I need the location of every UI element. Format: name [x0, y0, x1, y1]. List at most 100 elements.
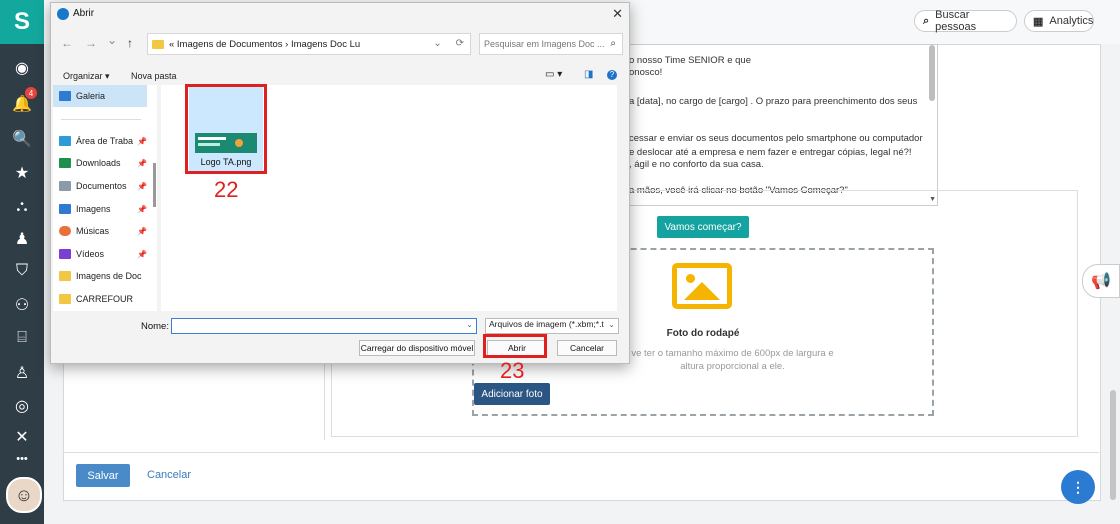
- file-name-input[interactable]: ⌄: [171, 318, 477, 334]
- shield-icon[interactable]: ⛉: [0, 258, 44, 284]
- footer-photo-desc-line: ve ter o tamanho máximo de 600px de larg…: [631, 348, 834, 359]
- search-icon: ⌕: [923, 14, 930, 27]
- user-icon[interactable]: ♙: [0, 360, 44, 386]
- nav-item-label: Documentos: [76, 181, 127, 191]
- user-avatar[interactable]: ☺: [6, 477, 42, 513]
- back-icon[interactable]: ←: [61, 36, 73, 50]
- target-icon[interactable]: ◎: [0, 393, 44, 419]
- people-icon[interactable]: ♟: [0, 226, 44, 252]
- left-sidebar: S ◉ 🔔 4 🔍 ★ ⛬ ♟ ⛉ ⚇ ⌸ ♙ ◎ ✕ ••• ☺: [0, 0, 44, 524]
- file-highlight-box: [185, 84, 267, 174]
- preview-pane-icon[interactable]: ◨: [584, 69, 593, 80]
- step-23-label: 23: [500, 358, 525, 383]
- nav-item-label: Imagens: [76, 204, 111, 214]
- message-line: a [data], no cargo de [cargo] . O prazo …: [629, 96, 918, 107]
- message-line: cessar e enviar os seus documentos pelo …: [629, 133, 923, 144]
- up-icon[interactable]: ↑: [127, 36, 133, 50]
- music-icon: [59, 226, 71, 236]
- pin-icon: 📌: [137, 136, 147, 146]
- analytics-button[interactable]: ▦ Analytics: [1024, 10, 1094, 32]
- search-icon: ⌕: [610, 38, 616, 49]
- pin-icon: 📌: [137, 204, 147, 214]
- file-type-select[interactable]: Arquivos de imagem (*.xbm;*.t ⌄: [485, 318, 619, 334]
- folder-icon: [59, 294, 71, 304]
- text-panel-scrollbar[interactable]: [929, 45, 935, 101]
- address-dropdown-icon[interactable]: ⌄: [433, 38, 441, 49]
- search-icon[interactable]: 🔍: [0, 126, 44, 152]
- nav-item-images-docs[interactable]: Imagens de Doc: [59, 267, 153, 285]
- nav-item-carrefour[interactable]: CARREFOUR: [59, 290, 153, 308]
- nav-item-videos[interactable]: Vídeos 📌: [59, 245, 153, 263]
- video-icon: [59, 249, 71, 259]
- chevron-down-icon[interactable]: ⌄: [466, 320, 473, 329]
- app-logo[interactable]: S: [0, 0, 44, 44]
- download-icon: [59, 158, 71, 168]
- profile-icon[interactable]: ◉: [0, 55, 44, 81]
- star-icon[interactable]: ★: [0, 160, 44, 186]
- upload-from-device-button[interactable]: Carregar do dispositivo móvel: [359, 340, 475, 356]
- dialog-navigation: ← → ⌄ ↑ « Imagens de Documentos › Imagen…: [51, 33, 629, 55]
- address-path: « Imagens de Documentos › Imagens Doc Lu: [169, 38, 361, 50]
- cancel-link[interactable]: Cancelar: [147, 469, 191, 481]
- close-icon[interactable]: ✕: [612, 6, 623, 22]
- forward-icon[interactable]: →: [85, 36, 97, 50]
- dialog-cancel-button[interactable]: Cancelar: [557, 340, 617, 356]
- dialog-titlebar[interactable]: Abrir ✕: [51, 3, 629, 25]
- pin-icon: 📌: [137, 181, 147, 191]
- gallery-icon: [59, 91, 71, 101]
- recent-chevron-icon[interactable]: ⌄: [107, 33, 117, 47]
- megaphone-icon[interactable]: 📢: [1082, 264, 1120, 298]
- start-button[interactable]: Vamos começar?: [657, 216, 749, 238]
- nav-item-galeria[interactable]: Galeria: [59, 87, 153, 105]
- file-open-dialog: Abrir ✕ ← → ⌄ ↑ « Imagens de Documentos …: [50, 2, 630, 364]
- search-people-label: Buscar pessoas: [935, 9, 977, 33]
- refresh-icon[interactable]: ⟳: [456, 38, 464, 49]
- nav-separator: [61, 119, 141, 120]
- dialog-search-input[interactable]: Pesquisar em Imagens Doc ... ⌕: [479, 33, 623, 55]
- organize-menu[interactable]: Organizar ▾: [63, 71, 110, 82]
- nav-item-label: Downloads: [76, 158, 121, 168]
- footer-photo-title: Foto do rodapé: [666, 328, 740, 339]
- view-mode-icon[interactable]: ▭ ▾: [545, 69, 562, 80]
- briefcase-icon[interactable]: ⌸: [0, 325, 44, 351]
- desktop-icon: [59, 136, 71, 146]
- add-photo-button[interactable]: Adicionar foto: [474, 383, 550, 405]
- nav-item-label: Imagens de Doc: [76, 271, 142, 281]
- new-folder-button[interactable]: Nova pasta: [131, 71, 177, 81]
- nav-item-desktop[interactable]: Área de Traba 📌: [59, 132, 153, 150]
- browser-icon: [57, 8, 69, 20]
- dialog-search-placeholder: Pesquisar em Imagens Doc ...: [484, 39, 605, 49]
- nav-item-music[interactable]: Músicas 📌: [59, 222, 153, 240]
- folder-icon: [59, 271, 71, 281]
- search-people-button[interactable]: ⌕ Buscar pessoas: [914, 9, 1017, 33]
- notification-badge: 4: [25, 87, 37, 99]
- nav-item-documents[interactable]: Documentos 📌: [59, 177, 153, 195]
- message-line: onosco!: [629, 67, 663, 78]
- pin-icon: 📌: [137, 158, 147, 168]
- open-highlight-box: [483, 334, 547, 358]
- dialog-title: Abrir: [73, 8, 95, 19]
- more-icon[interactable]: •••: [0, 446, 44, 472]
- footer-photo-description: ve ter o tamanho máximo de 600px de larg…: [620, 347, 845, 373]
- nav-item-label: Área de Traba: [76, 136, 134, 146]
- image-icon-mountain: [684, 282, 720, 300]
- org-chart-icon[interactable]: ⛬: [0, 194, 44, 220]
- nav-item-images[interactable]: Imagens 📌: [59, 200, 153, 218]
- pin-icon: 📌: [137, 249, 147, 259]
- document-icon: [59, 181, 71, 191]
- message-line: , ágil e no conforto da sua casa.: [629, 159, 764, 170]
- file-name-label: Nome:: [141, 321, 169, 332]
- chevron-down-icon: ⌄: [608, 320, 615, 329]
- nav-item-label: Músicas: [76, 226, 110, 236]
- save-button[interactable]: Salvar: [76, 464, 130, 487]
- nav-item-downloads[interactable]: Downloads 📌: [59, 154, 153, 172]
- group-icon[interactable]: ⚇: [0, 292, 44, 318]
- address-bar[interactable]: « Imagens de Documentos › Imagens Doc Lu…: [147, 33, 471, 55]
- more-options-icon[interactable]: ⋮: [1061, 470, 1095, 504]
- notification-icon[interactable]: 🔔 4: [0, 87, 44, 117]
- page-scrollbar[interactable]: [1110, 390, 1116, 500]
- navigation-pane-scrollbar[interactable]: [153, 163, 156, 207]
- message-text-panel[interactable]: o nosso Time SENIOR e que onosco! a [dat…: [624, 44, 938, 206]
- help-icon[interactable]: ?: [607, 70, 617, 80]
- folder-icon: [152, 39, 164, 49]
